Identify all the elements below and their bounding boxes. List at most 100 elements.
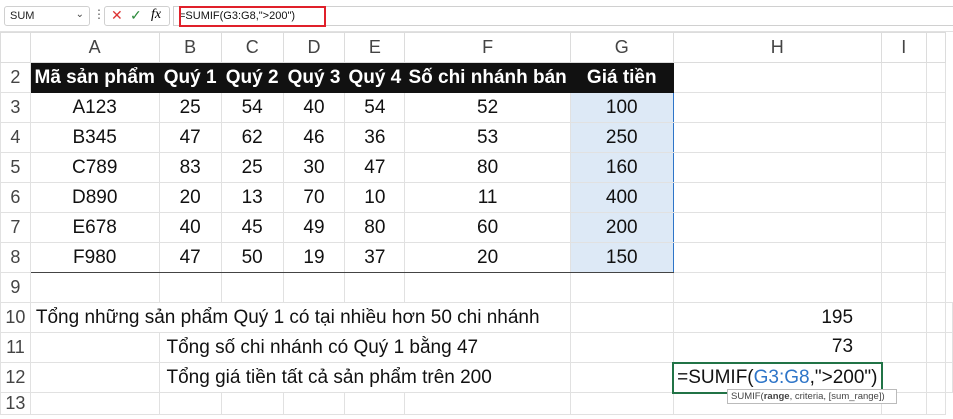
cell[interactable] bbox=[569, 302, 674, 333]
table-cell[interactable]: 70 bbox=[282, 182, 346, 213]
cell[interactable] bbox=[881, 212, 927, 243]
summary-value[interactable]: 195 bbox=[672, 302, 883, 333]
table-cell[interactable]: 54 bbox=[220, 92, 284, 123]
table-cell[interactable]: 160 bbox=[569, 152, 674, 183]
cell[interactable] bbox=[672, 212, 883, 243]
select-all-corner[interactable] bbox=[0, 32, 31, 63]
row-header[interactable]: 8 bbox=[0, 242, 31, 273]
table-cell[interactable]: 47 bbox=[344, 152, 406, 183]
column-header-h[interactable]: H bbox=[672, 32, 883, 63]
column-header-a[interactable]: A bbox=[29, 32, 160, 63]
cell[interactable] bbox=[404, 272, 571, 303]
cell[interactable] bbox=[945, 362, 953, 393]
cell[interactable] bbox=[29, 392, 160, 415]
cell[interactable] bbox=[672, 182, 883, 213]
cell[interactable] bbox=[282, 272, 346, 303]
cell[interactable] bbox=[925, 392, 947, 415]
cell[interactable] bbox=[925, 152, 947, 183]
cell[interactable] bbox=[881, 242, 927, 273]
cell[interactable] bbox=[29, 362, 160, 393]
row-header[interactable]: 11 bbox=[0, 332, 31, 363]
cell[interactable] bbox=[925, 92, 947, 123]
cell[interactable] bbox=[29, 332, 160, 363]
cell[interactable] bbox=[344, 392, 406, 415]
table-cell[interactable]: 11 bbox=[404, 182, 571, 213]
header-cell[interactable]: Quý 2 bbox=[220, 62, 284, 93]
table-cell[interactable]: 83 bbox=[158, 152, 222, 183]
summary-label-cell[interactable]: Tổng giá tiền tất cả sản phẩm trên 200 bbox=[158, 362, 571, 393]
enter-icon[interactable]: ✓ bbox=[130, 7, 142, 24]
column-header-extra[interactable] bbox=[925, 32, 947, 63]
cell[interactable] bbox=[925, 362, 947, 393]
header-cell[interactable]: Quý 3 bbox=[282, 62, 346, 93]
table-cell[interactable]: 62 bbox=[220, 122, 284, 153]
row-header[interactable]: 9 bbox=[0, 272, 31, 303]
cell[interactable] bbox=[569, 362, 674, 393]
summary-label-cell[interactable]: Tổng những sản phẩm Quý 1 có tại nhiều h… bbox=[29, 302, 571, 333]
header-cell[interactable]: Giá tiền bbox=[569, 62, 674, 93]
table-cell[interactable]: 400 bbox=[569, 182, 674, 213]
column-header-d[interactable]: D bbox=[282, 32, 346, 63]
row-header[interactable]: 13 bbox=[0, 392, 31, 415]
cell[interactable] bbox=[158, 272, 222, 303]
cell[interactable] bbox=[220, 272, 284, 303]
table-cell[interactable]: 20 bbox=[158, 182, 222, 213]
cell[interactable] bbox=[925, 212, 947, 243]
cell[interactable] bbox=[29, 272, 160, 303]
table-cell[interactable]: C789 bbox=[29, 152, 160, 183]
cell[interactable] bbox=[672, 92, 883, 123]
cell[interactable] bbox=[925, 242, 947, 273]
table-cell[interactable]: 47 bbox=[158, 242, 222, 273]
table-cell[interactable]: 80 bbox=[404, 152, 571, 183]
row-header[interactable]: 5 bbox=[0, 152, 31, 183]
cell[interactable] bbox=[881, 152, 927, 183]
table-cell[interactable]: 46 bbox=[282, 122, 346, 153]
table-cell[interactable]: 100 bbox=[569, 92, 674, 123]
insert-function-icon[interactable]: fx bbox=[151, 7, 161, 23]
cell[interactable] bbox=[672, 152, 883, 183]
table-cell[interactable]: 45 bbox=[220, 212, 284, 243]
cell[interactable] bbox=[945, 332, 953, 363]
cell[interactable] bbox=[344, 272, 406, 303]
header-cell[interactable]: Quý 4 bbox=[344, 62, 406, 93]
cell[interactable] bbox=[925, 62, 947, 93]
cell[interactable] bbox=[925, 122, 947, 153]
table-cell[interactable]: 10 bbox=[344, 182, 406, 213]
table-cell[interactable]: 37 bbox=[344, 242, 406, 273]
cell[interactable] bbox=[881, 62, 927, 93]
table-cell[interactable]: 53 bbox=[404, 122, 571, 153]
active-cell-editor[interactable]: =SUMIF(G3:G8,">200") bbox=[672, 361, 883, 394]
cell[interactable] bbox=[672, 122, 883, 153]
table-cell[interactable]: 25 bbox=[158, 92, 222, 123]
cell[interactable] bbox=[881, 272, 927, 303]
cell[interactable] bbox=[881, 92, 927, 123]
column-header-b[interactable]: B bbox=[158, 32, 222, 63]
cell[interactable] bbox=[404, 392, 571, 415]
table-cell[interactable]: 25 bbox=[220, 152, 284, 183]
cell[interactable] bbox=[220, 392, 284, 415]
header-cell[interactable]: Quý 1 bbox=[158, 62, 222, 93]
column-header-e[interactable]: E bbox=[344, 32, 406, 63]
cell[interactable] bbox=[925, 332, 947, 363]
table-cell[interactable]: A123 bbox=[29, 92, 160, 123]
table-cell[interactable]: 36 bbox=[344, 122, 406, 153]
cell[interactable] bbox=[672, 242, 883, 273]
name-box[interactable]: SUM ⌄ bbox=[4, 6, 90, 26]
row-header[interactable]: 3 bbox=[0, 92, 31, 123]
summary-value[interactable]: 73 bbox=[672, 332, 883, 363]
cell[interactable] bbox=[672, 272, 883, 303]
row-header[interactable]: 7 bbox=[0, 212, 31, 243]
formula-input[interactable]: =SUMIF(G3:G8,">200") bbox=[173, 6, 953, 27]
cell[interactable] bbox=[881, 182, 927, 213]
table-cell[interactable]: 40 bbox=[282, 92, 346, 123]
cell[interactable] bbox=[158, 392, 222, 415]
chevron-down-icon[interactable]: ⌄ bbox=[76, 9, 84, 20]
cell[interactable] bbox=[569, 332, 674, 363]
header-cell[interactable]: Số chi nhánh bán bbox=[404, 62, 571, 93]
cell[interactable] bbox=[925, 302, 947, 333]
table-cell[interactable]: 19 bbox=[282, 242, 346, 273]
column-header-f[interactable]: F bbox=[404, 32, 571, 63]
table-cell[interactable]: 50 bbox=[220, 242, 284, 273]
table-cell[interactable]: 150 bbox=[569, 242, 674, 273]
cell[interactable] bbox=[881, 122, 927, 153]
